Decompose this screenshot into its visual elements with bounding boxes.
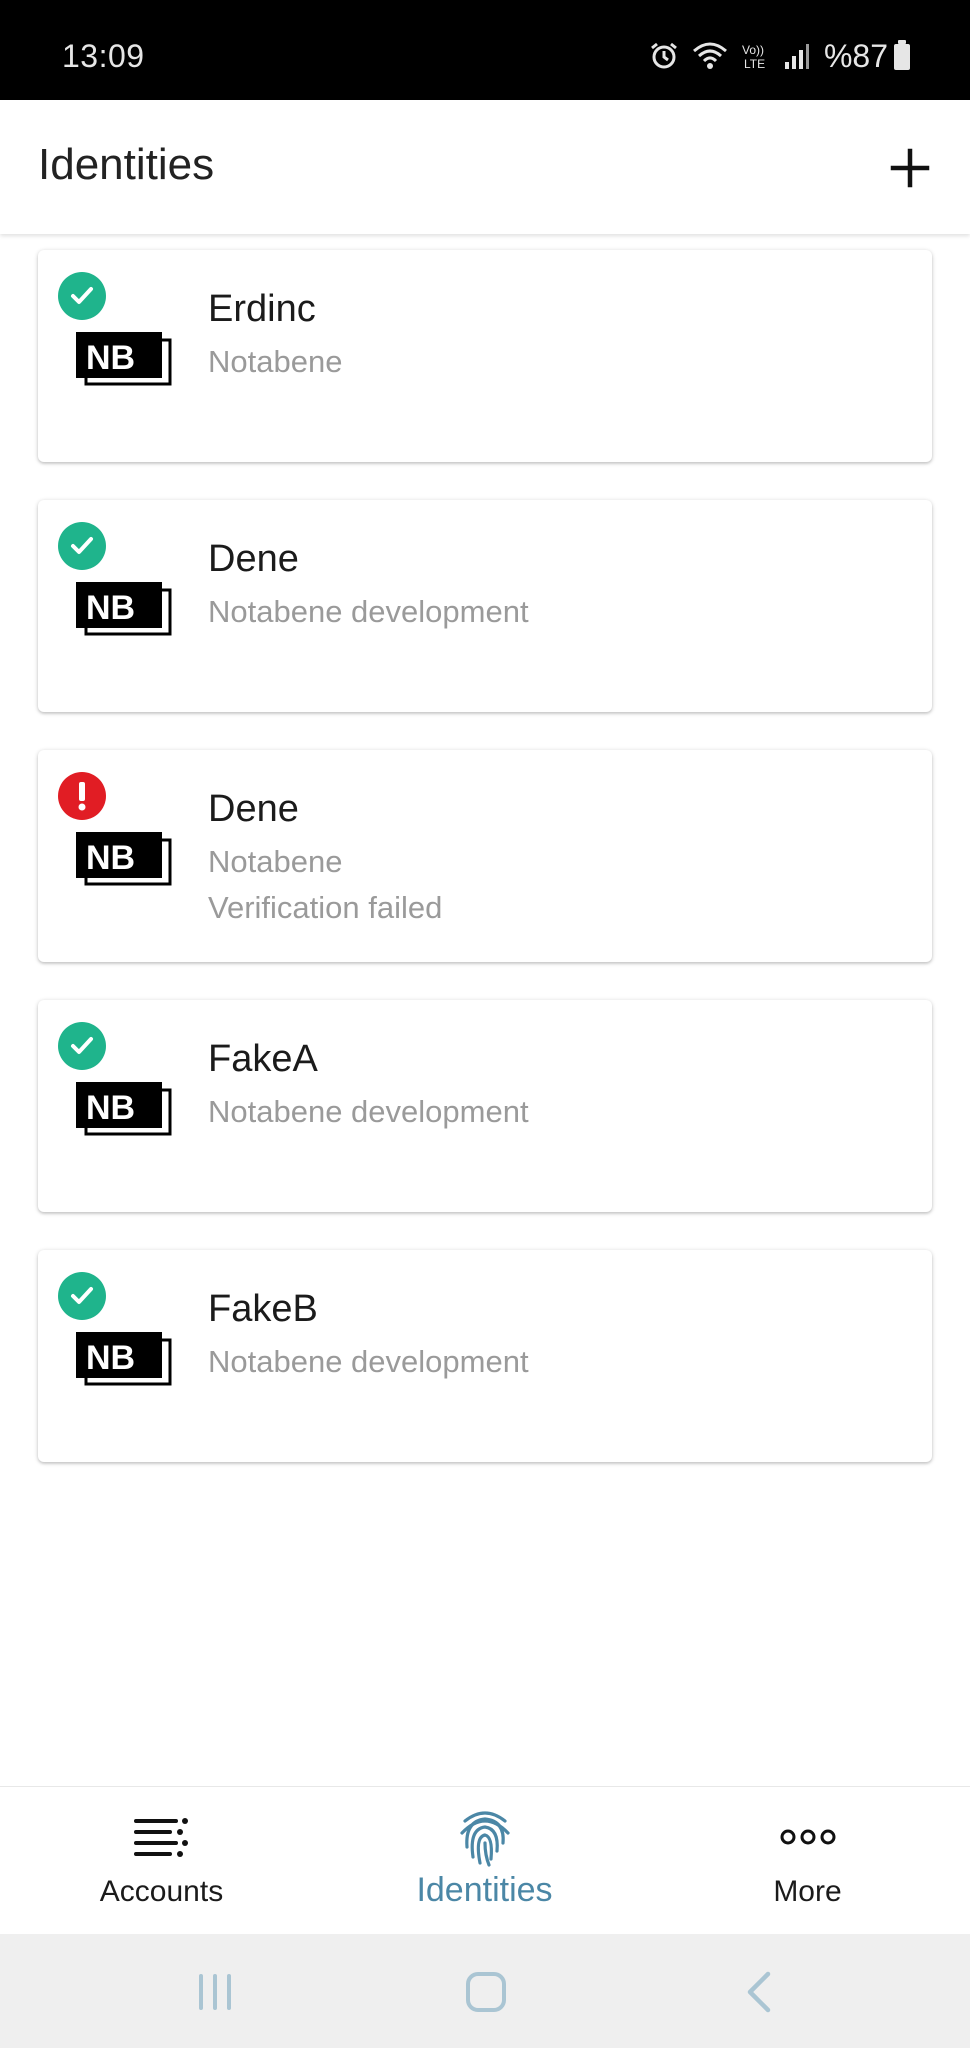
verification-status: Verification failed — [208, 890, 443, 925]
identity-card[interactable]: NB Erdinc Notabene — [38, 250, 932, 462]
add-identity-button[interactable] — [872, 130, 948, 206]
wifi-icon — [692, 41, 728, 71]
identity-card[interactable]: NB FakeB Notabene development — [38, 1250, 932, 1462]
back-icon — [747, 1971, 771, 2013]
battery-status: %87 — [824, 38, 910, 75]
home-button[interactable] — [446, 1962, 526, 2022]
page-title: Identities — [38, 140, 215, 189]
alarm-icon — [648, 40, 680, 72]
status-icons: Vo)) LTE — [648, 40, 810, 72]
notabene-logo-icon: NB — [74, 830, 172, 886]
verified-check-icon — [58, 272, 106, 320]
identity-name: FakeA — [208, 1038, 318, 1080]
svg-text:LTE: LTE — [744, 57, 765, 71]
battery-icon — [894, 39, 910, 70]
recent-apps-button[interactable] — [175, 1962, 255, 2022]
system-nav — [0, 1934, 970, 2048]
volte-icon: Vo)) LTE — [740, 40, 772, 72]
identity-card[interactable]: NB FakeA Notabene development — [38, 1000, 932, 1212]
recent-apps-icon — [199, 1974, 231, 2010]
identity-org: Notabene — [208, 844, 343, 879]
svg-text:NB: NB — [86, 589, 135, 627]
more-dots-icon — [780, 1809, 836, 1865]
svg-text:NB: NB — [86, 839, 135, 877]
battery-percent: %87 — [823, 38, 888, 74]
nav-more[interactable]: More — [646, 1787, 969, 1935]
identity-org: Notabene — [208, 344, 343, 379]
identity-card[interactable]: NB Dene Notabene development — [38, 500, 932, 712]
nav-identities[interactable]: Identities — [323, 1787, 646, 1935]
svg-text:Vo)): Vo)) — [742, 43, 764, 57]
identity-name: FakeB — [208, 1288, 318, 1330]
identity-name: Dene — [208, 538, 299, 580]
accounts-list-icon — [132, 1809, 192, 1865]
identity-org: Notabene development — [208, 1344, 529, 1379]
nav-identities-label: Identities — [416, 1871, 553, 1909]
fingerprint-icon — [457, 1809, 513, 1867]
error-exclamation-icon — [58, 772, 106, 820]
bottom-nav: Accounts Identities More — [0, 1786, 970, 1934]
identity-org: Notabene development — [208, 1094, 529, 1129]
identity-name: Dene — [208, 788, 299, 830]
notabene-logo-icon: NB — [74, 580, 172, 636]
identity-name: Erdinc — [208, 288, 316, 330]
status-time: 13:09 — [62, 38, 145, 74]
status-bar: 13:09 Vo)) LTE %87 — [0, 0, 970, 100]
back-button[interactable] — [720, 1962, 800, 2022]
svg-text:NB: NB — [86, 1089, 135, 1127]
signal-icon — [784, 42, 810, 70]
verified-check-icon — [58, 1272, 106, 1320]
nav-accounts-label: Accounts — [99, 1875, 224, 1908]
notabene-logo-icon: NB — [74, 1330, 172, 1386]
svg-text:NB: NB — [86, 339, 135, 377]
identity-list: NB Erdinc Notabene NB Dene Notabene deve… — [38, 250, 932, 1500]
nav-accounts[interactable]: Accounts — [0, 1787, 323, 1935]
verified-check-icon — [58, 522, 106, 570]
home-icon — [466, 1972, 506, 2012]
notabene-logo-icon: NB — [74, 330, 172, 386]
verified-check-icon — [58, 1022, 106, 1070]
svg-text:NB: NB — [86, 1339, 135, 1377]
app-bar: Identities — [0, 100, 970, 234]
identity-card[interactable]: NB Dene Notabene Verification failed — [38, 750, 932, 962]
notabene-logo-icon: NB — [74, 1080, 172, 1136]
nav-more-label: More — [773, 1875, 842, 1908]
identity-org: Notabene development — [208, 594, 529, 629]
plus-icon — [890, 148, 930, 188]
